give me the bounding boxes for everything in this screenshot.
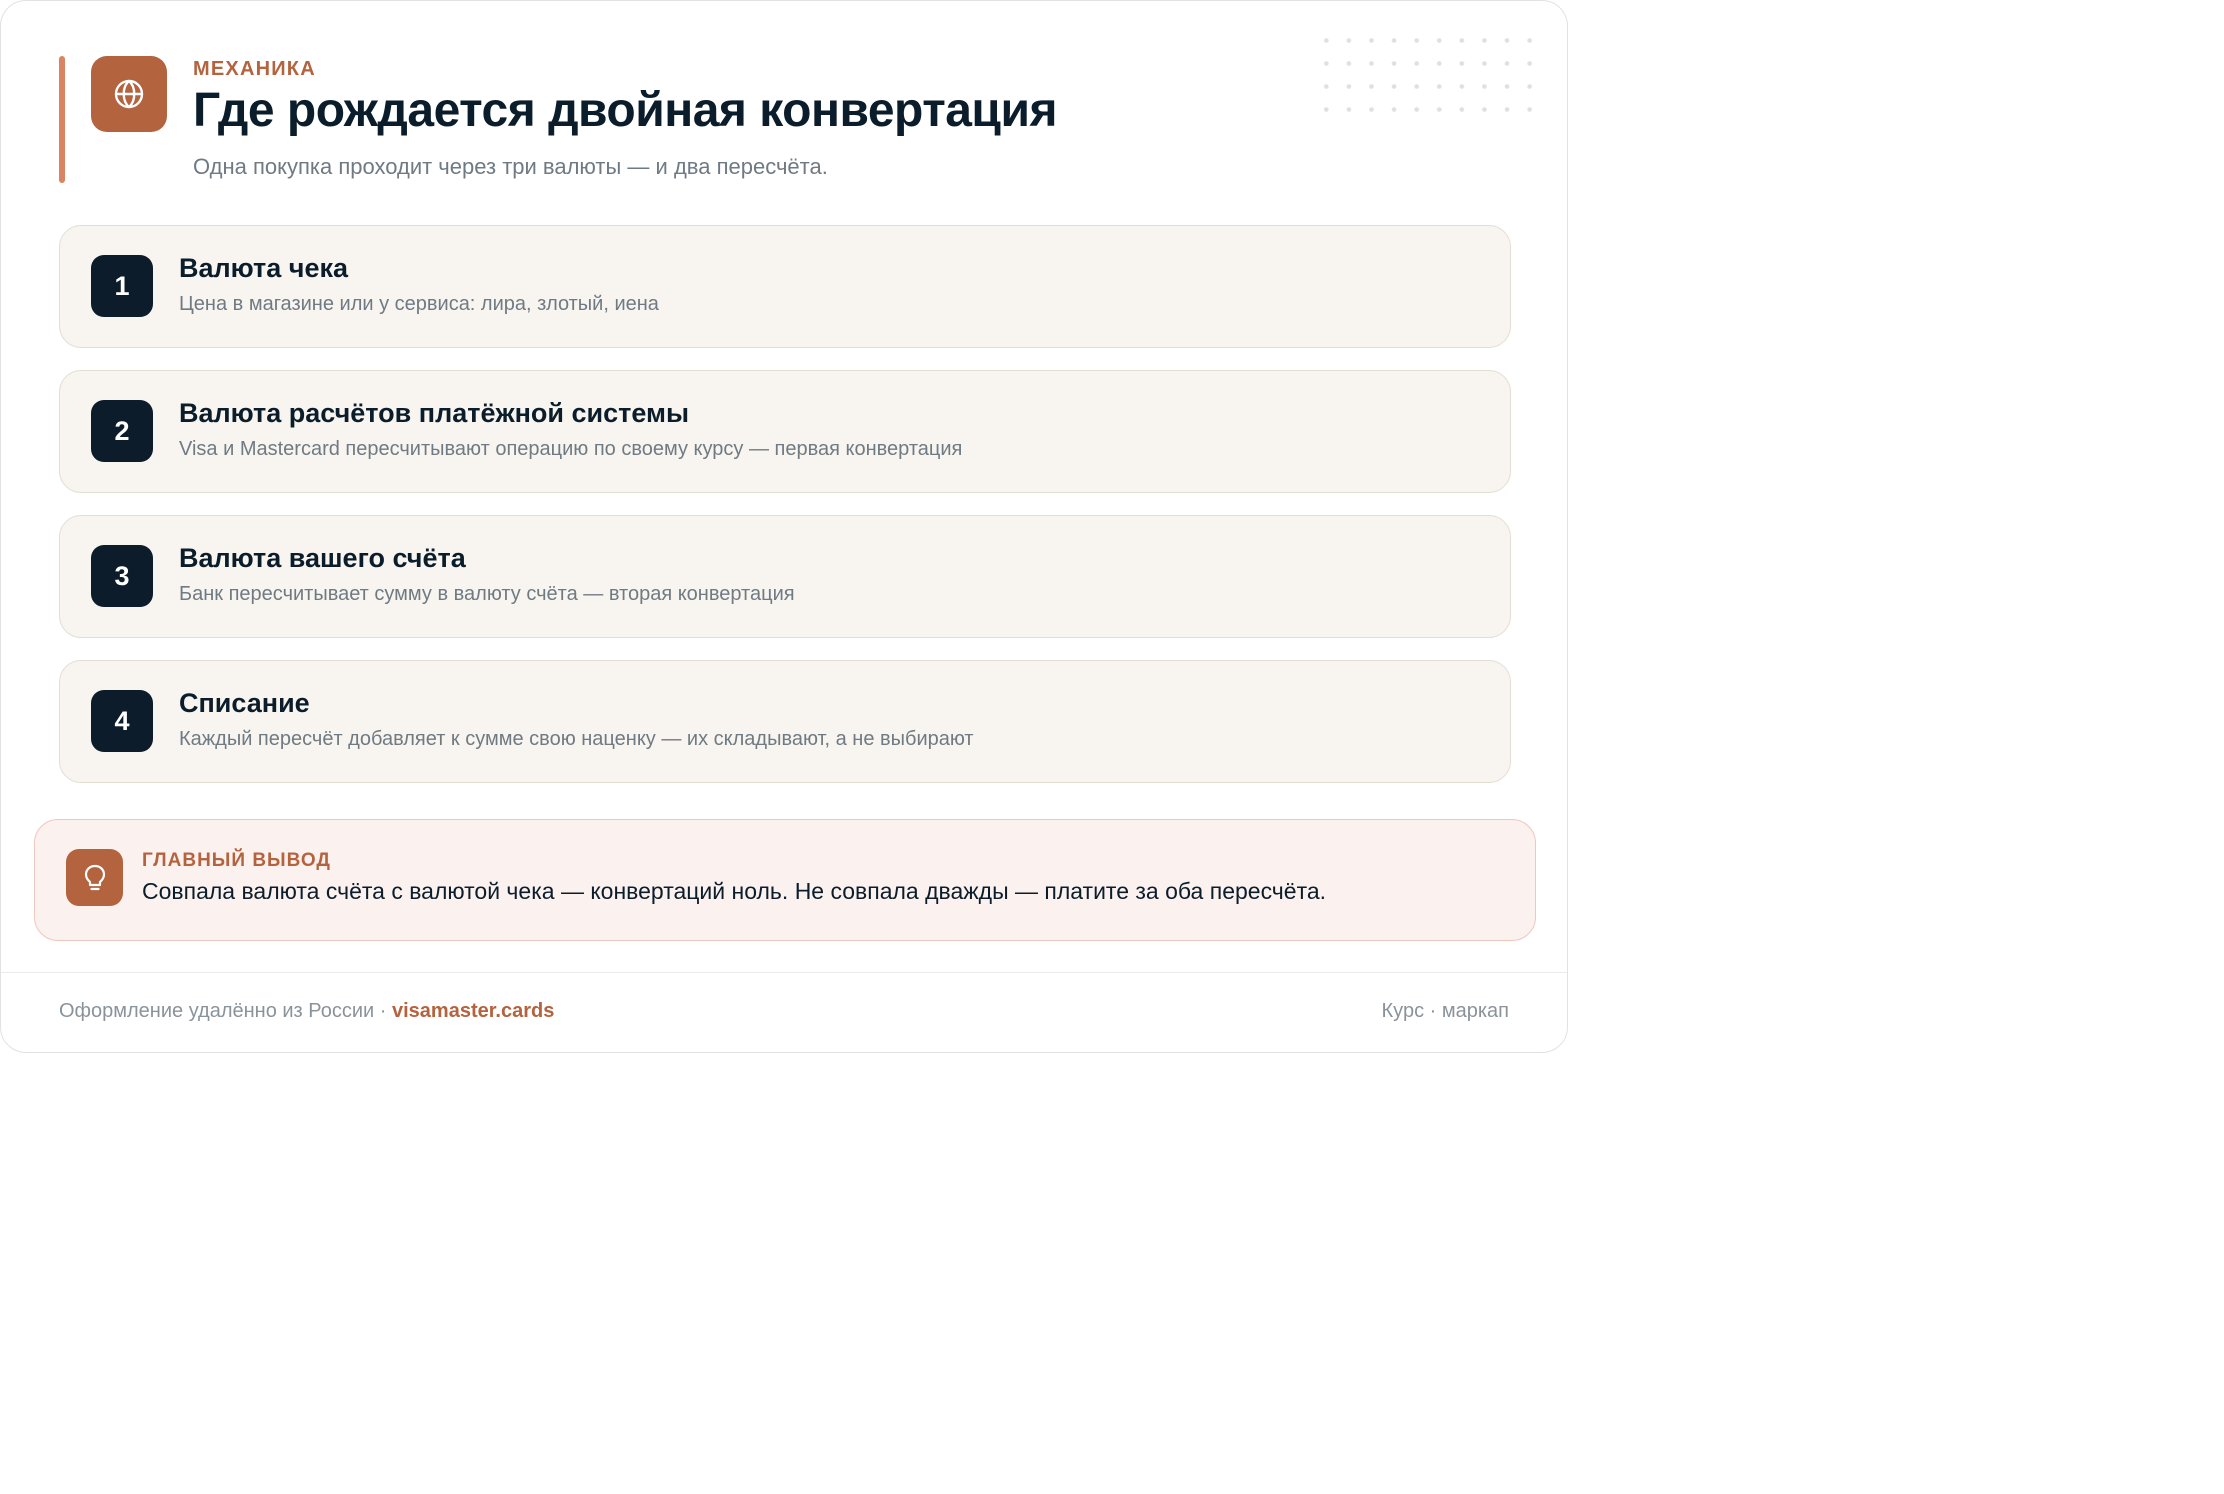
steps-list: 1 Валюта чека Цена в магазине или у серв… xyxy=(59,225,1511,805)
header-icon-badge xyxy=(91,56,167,132)
header-accent-bar xyxy=(59,56,65,183)
slide-card: МЕХАНИКА Где рождается двойная конвертац… xyxy=(0,0,1568,1053)
step-description: Цена в магазине или у сервиса: лира, зло… xyxy=(179,293,659,315)
footer-divider xyxy=(1,972,1567,973)
footer-topic: Курс · маркап xyxy=(1381,1000,1509,1022)
step-description: Visa и Mastercard пересчитывают операцию… xyxy=(179,438,963,460)
dot-pattern-decoration xyxy=(1315,29,1535,129)
page-title: Где рождается двойная конвертация xyxy=(193,84,1057,137)
step-title: Списание xyxy=(179,688,310,718)
footer-source-text: Оформление удалённо из России · xyxy=(59,1000,392,1022)
takeaway-label: ГЛАВНЫЙ ВЫВОД xyxy=(142,850,331,871)
step-title: Валюта расчётов платёжной системы xyxy=(179,398,690,428)
step-number-badge: 4 xyxy=(91,690,153,752)
footer-brand-link[interactable]: visamaster.cards xyxy=(392,1000,554,1022)
takeaway-text: Совпала валюта счёта с валютой чека — ко… xyxy=(142,878,1327,904)
step-title: Валюта чека xyxy=(179,253,349,283)
step-card: 1 Валюта чека Цена в магазине или у серв… xyxy=(59,225,1511,348)
step-card: 2 Валюта расчётов платёжной системы Visa… xyxy=(59,370,1511,493)
header-eyebrow: МЕХАНИКА xyxy=(193,58,316,80)
lightbulb-icon xyxy=(84,864,105,890)
step-card: 4 Списание Каждый пересчёт добавляет к с… xyxy=(59,660,1511,783)
step-number-badge: 1 xyxy=(91,255,153,317)
step-title: Валюта вашего счёта xyxy=(179,543,466,573)
step-description: Каждый пересчёт добавляет к сумме свою н… xyxy=(179,728,974,750)
page-subtitle: Одна покупка проходит через три валюты —… xyxy=(193,154,828,179)
footer-source: Оформление удалённо из России · visamast… xyxy=(59,1000,554,1023)
step-number-badge: 3 xyxy=(91,545,153,607)
globe-icon xyxy=(114,79,144,109)
takeaway-icon-badge xyxy=(66,849,123,906)
step-number-badge: 2 xyxy=(91,400,153,462)
key-takeaway-callout: ГЛАВНЫЙ ВЫВОД Совпала валюта счёта с вал… xyxy=(34,819,1536,941)
step-description: Банк пересчитывает сумму в валюту счёта … xyxy=(179,583,795,605)
step-card: 3 Валюта вашего счёта Банк пересчитывает… xyxy=(59,515,1511,638)
